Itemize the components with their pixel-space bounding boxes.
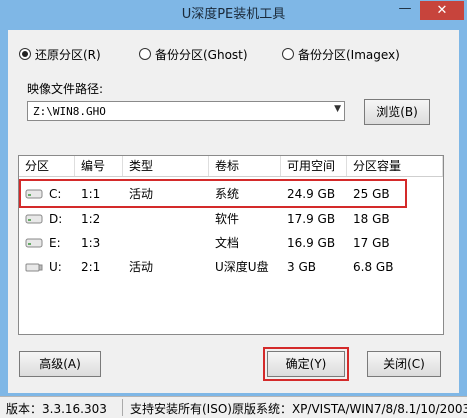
cell-label: U深度U盘 xyxy=(215,260,269,274)
image-path-combobox[interactable]: Z:\WIN8.GHO ▼ xyxy=(27,101,345,121)
radio-label: 备份分区(Ghost) xyxy=(155,47,248,62)
cell-label: 文档 xyxy=(215,236,240,250)
table-row[interactable]: D: 1:2 软件 17.9 GB 18 GB xyxy=(19,207,443,231)
cell-number: 2:1 xyxy=(81,260,101,274)
cell-type xyxy=(123,231,129,255)
radio-label: 备份分区(Imagex) xyxy=(298,47,400,62)
hard-drive-icon xyxy=(25,214,43,224)
cell-type xyxy=(123,207,129,231)
close-button[interactable]: 关闭(C) xyxy=(367,351,441,377)
ok-button[interactable]: 确定(Y) xyxy=(263,347,349,381)
radio-indicator[interactable] xyxy=(19,48,31,60)
cell-free-space: 3 GB xyxy=(287,260,316,274)
cell-free-space: 17.9 GB xyxy=(287,212,336,226)
version-text: 版本：3.3.16.303 xyxy=(6,402,107,416)
cell-label: 软件 xyxy=(215,212,240,226)
cell-number: 1:2 xyxy=(81,212,101,226)
minimize-button[interactable]: — xyxy=(392,1,418,20)
cell-number: 1:3 xyxy=(81,236,101,250)
close-window-button[interactable]: ✕ xyxy=(420,1,464,20)
selected-row-highlight xyxy=(19,179,407,208)
chevron-down-icon[interactable]: ▼ xyxy=(334,104,341,114)
advanced-button[interactable]: 高级(A) xyxy=(19,351,101,377)
status-bar: 版本：3.3.16.303 支持安装所有(ISO)原版系统：XP/VISTA/W… xyxy=(0,396,467,418)
column-header[interactable]: 可用空间 xyxy=(281,156,347,176)
radio-backup-ghost[interactable]: 备份分区(Ghost) xyxy=(139,46,248,62)
cell-capacity: 17 GB xyxy=(353,236,390,250)
support-text: 支持安装所有(ISO)原版系统：XP/VISTA/WIN7/8/8.1/10/2… xyxy=(130,402,467,416)
radio-backup-imagex[interactable]: 备份分区(Imagex) xyxy=(282,46,400,62)
status-divider xyxy=(122,399,123,416)
cell-drive: U: xyxy=(49,260,62,274)
column-header[interactable]: 分区容量 xyxy=(347,156,443,176)
table-row[interactable]: U: 2:1 活动 U深度U盘 3 GB 6.8 GB xyxy=(19,255,443,279)
cell-drive: D: xyxy=(49,212,63,226)
cell-drive: E: xyxy=(49,236,61,250)
table-header: 分区 编号 类型 卷标 可用空间 分区容量 xyxy=(19,156,443,177)
cell-capacity: 6.8 GB xyxy=(353,260,394,274)
title-bar: U深度PE装机工具 — ✕ xyxy=(0,0,467,22)
radio-indicator[interactable] xyxy=(282,48,294,60)
table-row[interactable]: E: 1:3 文档 16.9 GB 17 GB xyxy=(19,231,443,255)
column-header[interactable]: 卷标 xyxy=(209,156,281,176)
installer-window: U深度PE装机工具 — ✕ 还原分区(R) 备份分区(Ghost) 备份分区(I… xyxy=(0,0,467,418)
cell-capacity: 18 GB xyxy=(353,212,390,226)
browse-button[interactable]: 浏览(B) xyxy=(364,99,430,125)
hard-drive-icon xyxy=(25,238,43,248)
image-path-value: Z:\WIN8.GHO xyxy=(33,105,106,118)
radio-label: 还原分区(R) xyxy=(35,47,101,62)
column-header[interactable]: 分区 xyxy=(19,156,75,176)
column-header[interactable]: 编号 xyxy=(75,156,123,176)
image-path-label: 映像文件路径: xyxy=(27,82,104,96)
column-header[interactable]: 类型 xyxy=(123,156,209,176)
cell-type: 活动 xyxy=(129,260,154,274)
cell-free-space: 16.9 GB xyxy=(287,236,336,250)
radio-restore-partition[interactable]: 还原分区(R) xyxy=(19,46,101,62)
radio-indicator[interactable] xyxy=(139,48,151,60)
usb-drive-icon xyxy=(25,263,43,272)
